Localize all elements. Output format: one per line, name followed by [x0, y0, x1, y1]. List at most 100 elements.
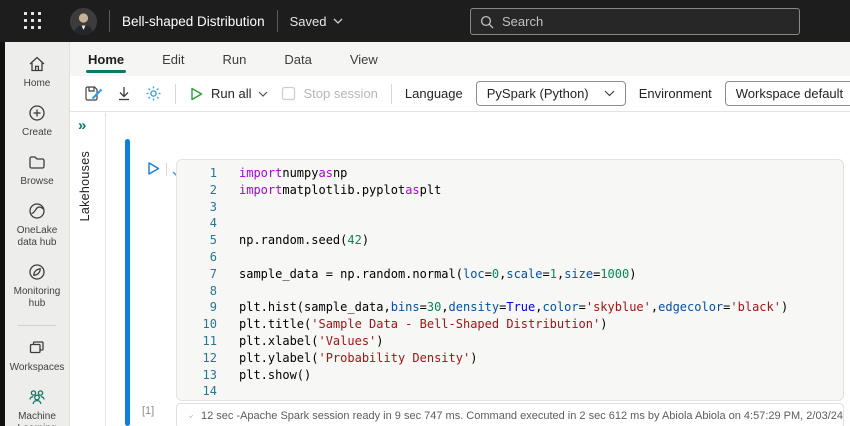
home-icon: [29, 56, 45, 72]
environment-value: Workspace default: [735, 86, 844, 101]
code-line: 3: [177, 199, 843, 216]
line-number: 14: [202, 384, 217, 399]
people-icon: [29, 390, 45, 405]
cell-status-text: 12 sec -Apache Spark session ready in 9 …: [200, 410, 843, 422]
code-line: 6: [177, 249, 843, 266]
monitoring-icon: [29, 264, 45, 280]
sidebar-item-label: Create: [21, 127, 52, 138]
divider: [390, 83, 392, 104]
sidebar-divider: [18, 325, 56, 326]
download-icon: [119, 87, 129, 101]
onelake-icon: [29, 203, 45, 219]
line-number: 2: [209, 182, 217, 197]
code-line: 11 plt.xlabel('Values'): [177, 333, 843, 350]
save-status-label: Saved: [289, 13, 327, 29]
sidebar-item-label: Monitoring hub: [13, 286, 61, 309]
active-cell-indicator: [125, 139, 130, 426]
chevron-down-icon: [259, 91, 268, 97]
divider: [276, 10, 278, 32]
tab-home[interactable]: Home: [86, 45, 127, 74]
sidebar-item-label: Machine Learning: [18, 411, 57, 426]
gear-icon: [146, 86, 161, 101]
code-editor[interactable]: 1 import numpy as np 2 import matplotlib.py…: [177, 165, 843, 400]
line-number: 11: [202, 333, 217, 348]
execution-count: [1]: [142, 405, 155, 417]
document-title: Bell-shaped Distribution: [122, 13, 265, 29]
line-number: 8: [209, 283, 217, 298]
search-icon: [480, 15, 494, 28]
sidebar-item-label: Workspaces: [9, 362, 65, 373]
expand-panel-icon[interactable]: »: [78, 117, 86, 134]
search-input[interactable]: Search: [470, 8, 800, 35]
workspaces-icon: [29, 341, 44, 354]
save-status-menu[interactable]: Saved: [290, 14, 344, 29]
code-line: 4: [177, 215, 843, 232]
tab-view[interactable]: View: [348, 45, 380, 74]
chevron-down-icon: [604, 90, 615, 97]
sidebar-item-home[interactable]: Home: [5, 54, 69, 90]
import-button[interactable]: [116, 85, 132, 102]
line-number: 9: [209, 300, 217, 315]
stop-session-label: Stop session: [303, 86, 378, 101]
divider: [109, 10, 110, 32]
code-line: 9 plt.hist(sample_data, bins = 30, density =…: [177, 299, 843, 316]
left-nav-rail: Home Create Browse OneLake data hub Moni…: [0, 42, 70, 426]
language-dropdown[interactable]: PySpark (Python): [475, 81, 626, 106]
sidebar-item-label: Home: [23, 78, 51, 89]
line-number: 4: [209, 216, 217, 231]
environment-label: Environment: [638, 86, 712, 101]
code-cell[interactable]: 1 import numpy as np 2 import matplotlib.py…: [176, 159, 844, 401]
lakehouses-label: Lakehouses: [78, 151, 92, 222]
sidebar-item-create[interactable]: Create: [5, 103, 69, 139]
tab-data[interactable]: Data: [282, 45, 313, 74]
tab-run[interactable]: Run: [221, 45, 249, 74]
line-number: 1: [209, 166, 217, 180]
ribbon-tabs: Home Edit Run Data View: [70, 42, 850, 76]
save-icon: [85, 85, 103, 101]
line-number: 10: [202, 317, 217, 332]
line-number: 5: [209, 233, 217, 248]
code-line: 1 import numpy as np: [177, 165, 843, 182]
avatar[interactable]: [70, 7, 97, 35]
divider: [166, 163, 167, 176]
save-button[interactable]: [84, 85, 103, 103]
language-label: Language: [404, 86, 463, 101]
stop-icon: [282, 86, 296, 101]
check-icon: [189, 414, 193, 418]
tab-edit[interactable]: Edit: [160, 45, 186, 74]
code-line: 5 np.random.seed(42): [177, 232, 843, 249]
line-number: 3: [209, 199, 217, 214]
lakehouses-panel-collapsed: » Lakehouses: [70, 113, 106, 426]
notebook-app: Bell-shaped Distribution Saved Search Ho…: [0, 0, 850, 426]
code-line: 13 plt.show(): [177, 367, 843, 384]
main-area: Home Edit Run Data View Run all Stop ses…: [70, 42, 850, 426]
code-line: 14: [177, 383, 843, 400]
stop-session-button[interactable]: Stop session: [281, 86, 378, 101]
code-line: 2 import matplotlib.pyplot as plt: [177, 182, 843, 199]
top-app-bar: Bell-shaped Distribution Saved Search: [0, 0, 850, 42]
settings-button[interactable]: [145, 85, 162, 102]
line-number: 6: [209, 249, 217, 264]
sidebar-item-label: Browse: [20, 176, 54, 187]
code-line: 7 sample_data = np.random.normal(loc = 0, s…: [177, 266, 843, 283]
sidebar-item-machine-learning[interactable]: Machine Learning: [5, 387, 69, 426]
environment-dropdown[interactable]: Workspace default: [724, 81, 850, 106]
run-all-button[interactable]: Run all: [189, 86, 268, 102]
code-line: 8: [177, 283, 843, 300]
line-number: 12: [202, 350, 217, 365]
line-number: 7: [209, 266, 217, 281]
code-line: 12 plt.ylabel('Probability Density'): [177, 350, 843, 367]
play-icon: [191, 87, 203, 100]
chevron-down-icon: [333, 18, 343, 24]
ribbon-toolbar: Run all Stop session Language PySpark (P…: [70, 76, 850, 112]
play-icon: [148, 162, 160, 175]
app-launcher-icon[interactable]: [24, 12, 42, 30]
sidebar-item-onelake-data-hub[interactable]: OneLake data hub: [5, 201, 69, 249]
code-line: 10 plt.title('Sample Data - Bell-Shaped D…: [177, 316, 843, 333]
sidebar-item-workspaces[interactable]: Workspaces: [5, 338, 69, 374]
sidebar-item-monitoring-hub[interactable]: Monitoring hub: [5, 262, 69, 310]
run-cell-button[interactable]: [146, 160, 161, 182]
run-all-label: Run all: [211, 86, 252, 101]
sidebar-item-browse[interactable]: Browse: [5, 152, 69, 188]
folder-icon: [29, 156, 45, 169]
